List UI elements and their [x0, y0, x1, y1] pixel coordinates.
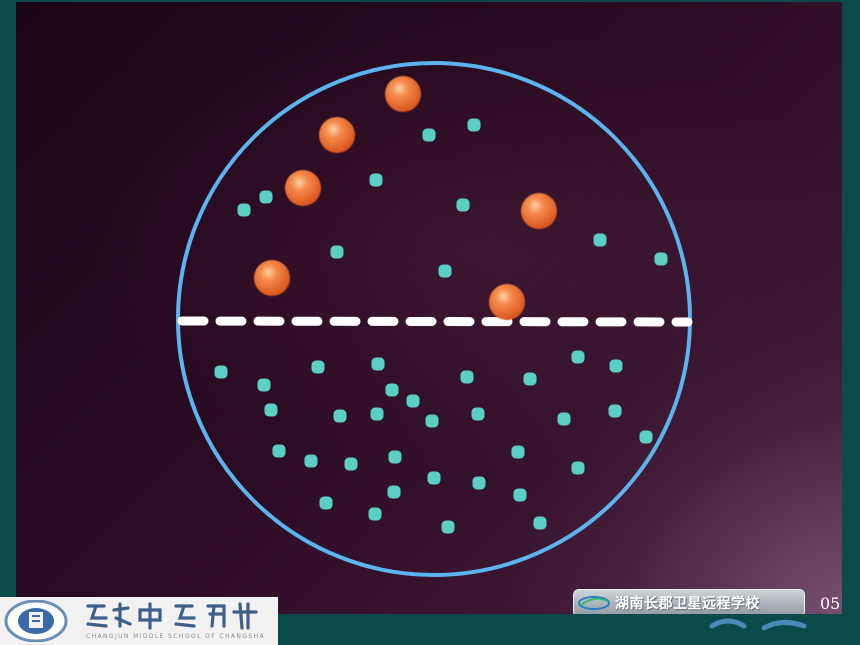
small-particle [472, 476, 486, 490]
small-particle [441, 520, 455, 534]
small-particle [533, 516, 547, 530]
small-particle [422, 128, 436, 142]
small-particle [456, 198, 470, 212]
small-particle [333, 409, 347, 423]
small-particle [427, 471, 441, 485]
small-particle [304, 454, 318, 468]
small-particle [467, 118, 481, 132]
school-name-english: CHANGJUN MIDDLE SCHOOL OF CHANGSHA [86, 633, 265, 640]
corner-decoration [709, 618, 807, 631]
small-particle [237, 203, 251, 217]
large-particle [521, 193, 557, 229]
school-seal-icon [4, 600, 68, 642]
large-particle [285, 170, 321, 206]
small-particle [639, 430, 653, 444]
small-particle [608, 404, 622, 418]
school-name-calligraphy [86, 602, 258, 630]
small-particle [259, 190, 273, 204]
small-particle [425, 414, 439, 428]
large-particle [489, 284, 525, 320]
divider-dashed-line [177, 316, 693, 327]
large-particle [254, 260, 290, 296]
footer-banner-text: 湖南长郡卫星远程学校 [615, 596, 760, 612]
small-particle [511, 445, 525, 459]
swirl-logo-icon [578, 596, 610, 610]
particle-diagram [176, 61, 693, 577]
small-particle [344, 457, 358, 471]
small-particle [330, 245, 344, 259]
small-particle [406, 394, 420, 408]
footer-banner: 湖南长郡卫星远程学校 [573, 589, 805, 614]
small-particle [319, 496, 333, 510]
small-particle [371, 357, 385, 371]
small-particle [438, 264, 452, 278]
small-particle [272, 444, 286, 458]
large-particle [319, 117, 355, 153]
small-particle [385, 383, 399, 397]
small-particle [471, 407, 485, 421]
large-particle [385, 76, 421, 112]
small-particle [609, 359, 623, 373]
small-particle [460, 370, 474, 384]
slide: 湖南长郡卫星远程学校 05 [16, 2, 842, 614]
small-particle [370, 407, 384, 421]
small-particle [571, 350, 585, 364]
small-particle [513, 488, 527, 502]
large-particles-group [254, 76, 557, 320]
small-particle [593, 233, 607, 247]
small-particle [523, 372, 537, 386]
small-particle [369, 173, 383, 187]
small-particle [257, 378, 271, 392]
small-particle [214, 365, 228, 379]
small-particle [387, 485, 401, 499]
page-number: 05 [820, 594, 841, 613]
small-particle [264, 403, 278, 417]
small-particle [311, 360, 325, 374]
small-particle [368, 507, 382, 521]
small-particle [557, 412, 571, 426]
small-particle [571, 461, 585, 475]
small-particle [388, 450, 402, 464]
small-particle [654, 252, 668, 266]
